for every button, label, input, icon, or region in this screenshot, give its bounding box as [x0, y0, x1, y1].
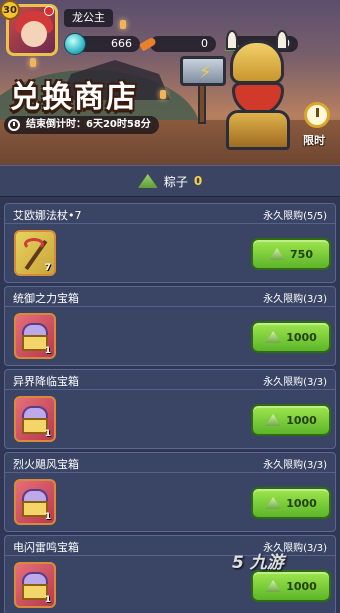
alarm-clock-icon — [304, 102, 330, 128]
zongzi-icon — [265, 497, 282, 509]
zongzi-icon — [265, 331, 282, 343]
chest-icon[interactable]: 1 — [14, 479, 56, 525]
item-price: 1000 — [286, 413, 317, 427]
item-purchase-limit: 永久限购(3/3) — [263, 377, 327, 388]
hero-mascot: ⚡ — [178, 30, 318, 150]
item-quantity: 7 — [44, 263, 51, 273]
gem-value: 666 — [111, 37, 132, 50]
currency-name: 粽子 — [163, 174, 188, 189]
countdown-timer: 结束倒计时：6天20时58分 — [4, 116, 159, 134]
item-purchase-limit: 永久限购(3/3) — [263, 460, 327, 471]
hammer-icon: ⚡ — [180, 56, 226, 86]
lantern-icon — [30, 58, 36, 67]
lantern-icon — [160, 90, 166, 99]
item-quantity: 1 — [44, 512, 51, 522]
zongzi-icon — [265, 580, 282, 592]
item-price: 750 — [290, 247, 313, 261]
hero-armor — [226, 110, 290, 150]
chest-icon[interactable]: 1 — [14, 313, 56, 359]
item-purchase-limit: 永久限购(3/3) — [263, 294, 327, 305]
item-name: 异界降临宝箱 — [13, 375, 79, 388]
chest-icon[interactable]: 1 — [14, 562, 56, 608]
item-name: 艾欧娜法杖•7 — [13, 209, 82, 222]
shop-banner: 30 龙公主 666 0 0 兑换商店 结束倒计时：6天20时58分 ⚡ 限时 — [0, 0, 340, 165]
card-header: 统御之力宝箱 永久限购(3/3) — [5, 287, 335, 307]
buy-button[interactable]: 1000 — [251, 321, 331, 353]
hammer-handle — [198, 84, 206, 124]
shop-item-card: 统御之力宝箱 永久限购(3/3) 1 1000 — [4, 286, 336, 366]
buy-button[interactable]: 750 — [251, 238, 331, 270]
gem-icon — [64, 33, 86, 55]
countdown-text: 结束倒计时：6天20时58分 — [26, 119, 151, 130]
shop-item-card: 电闪雷鸣宝箱 永久限购(3/3) 1 1000 — [4, 535, 336, 613]
item-name: 电闪雷鸣宝箱 — [13, 541, 79, 554]
gem-counter[interactable]: 666 — [64, 33, 140, 55]
card-header: 烈火飓风宝箱 永久限购(3/3) — [5, 453, 335, 473]
item-price: 1000 — [286, 330, 317, 344]
buy-button[interactable]: 1000 — [251, 404, 331, 436]
horn-right — [276, 30, 288, 50]
card-header: 艾欧娜法杖•7 永久限购(5/5) — [5, 204, 335, 224]
level-badge: 30 — [0, 0, 20, 20]
shop-item-card: 异界降临宝箱 永久限购(3/3) 1 1000 — [4, 369, 336, 449]
currency-bar: 粽子 0 — [0, 165, 340, 197]
card-header: 异界降临宝箱 永久限购(3/3) — [5, 370, 335, 390]
horn-left — [226, 30, 238, 50]
staff-icon[interactable]: 7 — [14, 230, 56, 276]
buy-button[interactable]: 1000 — [251, 487, 331, 519]
item-quantity: 1 — [44, 429, 51, 439]
limited-time-tag[interactable]: 限时 — [300, 102, 336, 147]
item-purchase-limit: 永久限购(5/5) — [263, 211, 327, 222]
shop-item-card: 艾欧娜法杖•7 永久限购(5/5) 7 750 — [4, 203, 336, 283]
carrot-icon — [139, 36, 157, 52]
zongzi-icon — [269, 248, 286, 260]
hero-helmet — [230, 40, 284, 84]
zongzi-icon — [137, 174, 158, 188]
item-name: 烈火飓风宝箱 — [13, 458, 79, 471]
shop-item-card: 烈火飓风宝箱 永久限购(3/3) 1 1000 — [4, 452, 336, 532]
zongzi-icon — [265, 414, 282, 426]
item-price: 1000 — [286, 496, 317, 510]
item-quantity: 1 — [44, 595, 51, 605]
item-quantity: 1 — [44, 346, 51, 356]
site-watermark: 5 九游 — [232, 553, 284, 573]
shop-title: 兑换商店 — [10, 80, 138, 115]
buy-button[interactable]: 1000 — [251, 570, 331, 602]
card-header: 电闪雷鸣宝箱 永久限购(3/3) — [5, 536, 335, 556]
avatar-face — [21, 21, 47, 47]
chest-icon[interactable]: 1 — [14, 396, 56, 442]
limited-time-label: 限时 — [303, 134, 325, 147]
player-name: 龙公主 — [64, 9, 113, 27]
currency-count: 0 — [193, 174, 203, 188]
lantern-icon — [120, 20, 126, 29]
notification-dot — [44, 6, 54, 16]
shop-item-list[interactable]: 艾欧娜法杖•7 永久限购(5/5) 7 750 统御之力宝箱 永久限购(3/3)… — [0, 197, 340, 613]
item-price: 1000 — [286, 579, 317, 593]
clock-icon — [8, 119, 20, 131]
item-name: 统御之力宝箱 — [13, 292, 79, 305]
